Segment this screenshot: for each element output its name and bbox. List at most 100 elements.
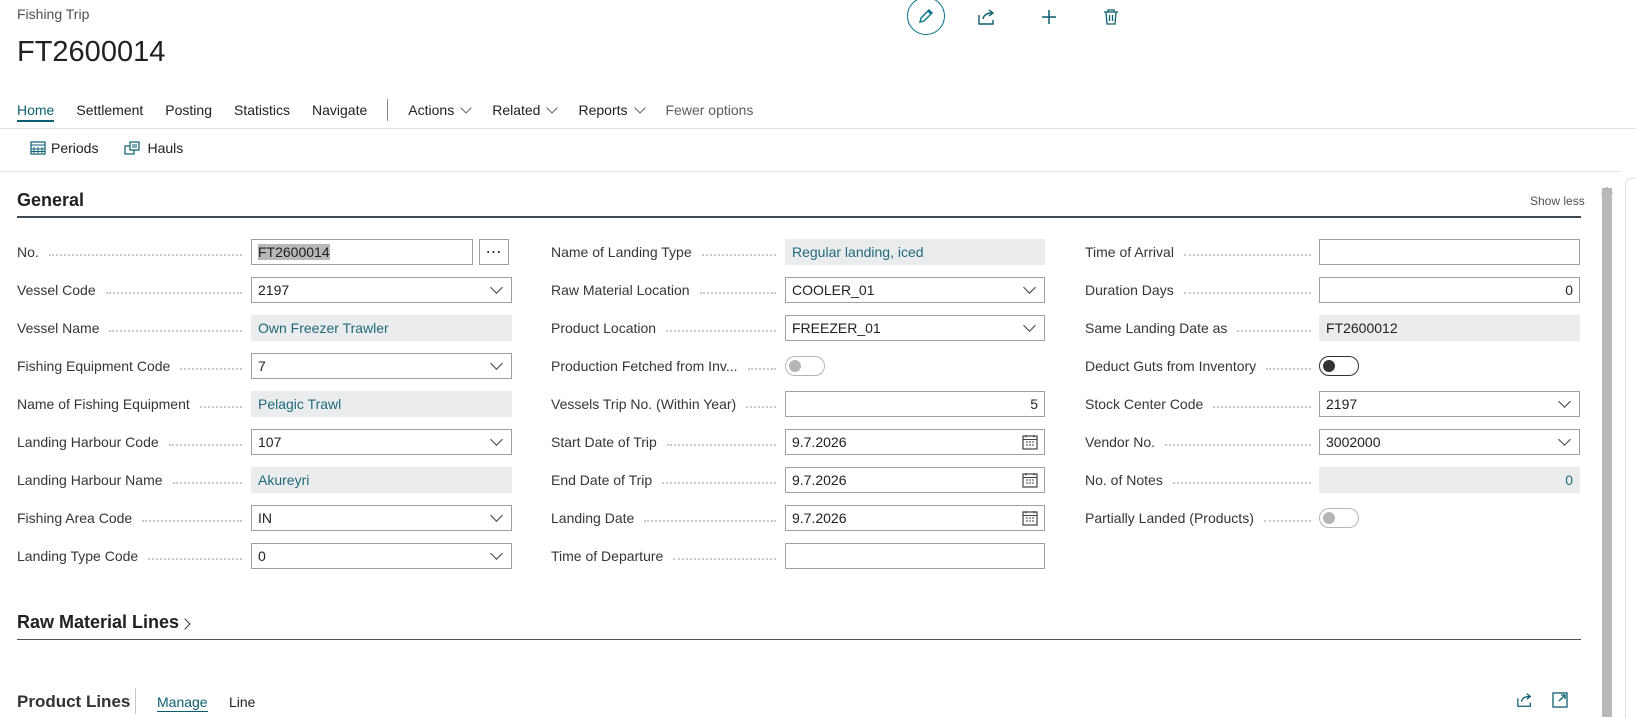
menu-related-label: Related	[492, 102, 541, 118]
duration-days-label: Duration Days	[1085, 282, 1174, 298]
landing-date-label: Landing Date	[551, 510, 635, 526]
menu-reports-label: Reports	[578, 102, 628, 118]
ribbon-divider	[387, 99, 389, 121]
landing-harbour-code-value: 107	[258, 434, 282, 450]
chevron-down-icon[interactable]	[490, 357, 503, 370]
menu-related[interactable]: Related	[492, 102, 559, 118]
chevron-down-icon[interactable]	[490, 281, 503, 294]
product-lines-actions	[1516, 692, 1586, 708]
no-value: FT2600014	[258, 244, 330, 260]
scrollbar[interactable]	[1602, 188, 1612, 717]
end-date-of-trip-value: 9.7.2026	[792, 472, 847, 488]
production-fetched-from-inv-toggle	[785, 356, 825, 376]
fishing-area-code-field[interactable]: IN	[251, 505, 512, 531]
no-of-notes-label: No. of Notes	[1085, 472, 1163, 488]
edit-icon[interactable]	[907, 0, 945, 35]
tab-navigate[interactable]: Navigate	[312, 102, 367, 118]
start-date-of-trip-label: Start Date of Trip	[551, 434, 657, 450]
product-location-value: FREEZER_01	[792, 320, 881, 336]
menu-actions-label: Actions	[408, 102, 455, 118]
leader-dots	[699, 291, 776, 294]
top-actions-bar	[907, 0, 1155, 35]
hauls-label: Hauls	[147, 140, 184, 156]
hauls-action[interactable]: Hauls	[124, 140, 183, 156]
leader-dots	[142, 519, 242, 522]
expand-icon[interactable]	[1552, 692, 1568, 708]
vessel-code-field[interactable]: 2197	[251, 277, 512, 303]
chevron-down-icon[interactable]	[490, 547, 503, 560]
start-date-of-trip-field[interactable]: 9.7.2026	[785, 429, 1045, 455]
leader-dots	[673, 557, 776, 560]
chevron-down-icon[interactable]	[1023, 281, 1036, 294]
no-of-notes-value: 0	[1565, 472, 1573, 488]
chevron-down-icon[interactable]	[1558, 433, 1571, 446]
raw-material-lines-title: Raw Material Lines	[17, 612, 180, 632]
page-title: FT2600014	[17, 36, 166, 68]
raw-material-lines-underline	[17, 639, 1581, 640]
vendor-no-field[interactable]: 3002000	[1319, 429, 1580, 455]
tab-settlement[interactable]: Settlement	[76, 102, 143, 118]
end-date-of-trip-field[interactable]: 9.7.2026	[785, 467, 1045, 493]
general-section-underline	[17, 216, 1581, 218]
menu-actions[interactable]: Actions	[408, 102, 472, 118]
action-ribbon: Home Settlement Posting Statistics Navig…	[17, 97, 775, 123]
leader-dots	[1172, 481, 1311, 484]
product-location-field[interactable]: FREEZER_01	[785, 315, 1045, 341]
vessels-trip-no-within-year-value: 5	[1030, 396, 1038, 412]
leader-dots	[644, 519, 776, 522]
raw-material-lines-header[interactable]: Raw Material Lines	[17, 612, 191, 633]
name-of-fishing-equipment-value: Pelagic Trawl	[258, 396, 342, 412]
leader-dots	[666, 443, 776, 446]
product-lines-title: Product Lines	[17, 692, 131, 711]
vessel-code-label: Vessel Code	[17, 282, 96, 298]
leader-dots	[1183, 253, 1311, 256]
landing-type-code-field[interactable]: 0	[251, 543, 512, 569]
new-icon[interactable]	[1031, 1, 1067, 33]
leader-dots	[701, 253, 776, 256]
delete-icon[interactable]	[1093, 1, 1129, 33]
assist-edit-button[interactable]: ⋯	[479, 239, 509, 265]
raw-material-location-field[interactable]: COOLER_01	[785, 277, 1045, 303]
no-field[interactable]: FT2600014	[251, 239, 473, 265]
chevron-down-icon[interactable]	[490, 509, 503, 522]
landing-harbour-name-label: Landing Harbour Name	[17, 472, 163, 488]
vessels-trip-no-within-year-field[interactable]: 5	[785, 391, 1045, 417]
periods-action[interactable]: Periods	[30, 140, 98, 156]
fewer-options-link[interactable]: Fewer options	[666, 102, 754, 118]
hauls-icon	[124, 140, 141, 155]
menu-reports[interactable]: Reports	[578, 102, 646, 118]
tab-line[interactable]: Line	[229, 694, 255, 710]
leader-dots	[1266, 367, 1311, 370]
leader-dots	[1213, 405, 1311, 408]
calendar-icon[interactable]	[1022, 434, 1038, 450]
leader-dots	[1165, 443, 1311, 446]
fishing-equipment-code-field[interactable]: 7	[251, 353, 512, 379]
page-caption: Fishing Trip	[17, 6, 90, 22]
tab-manage[interactable]: Manage	[157, 694, 208, 712]
leader-dots	[172, 481, 242, 484]
tab-statistics[interactable]: Statistics	[234, 102, 290, 118]
leader-dots	[48, 253, 242, 256]
landing-date-field[interactable]: 9.7.2026	[785, 505, 1045, 531]
leader-dots	[180, 367, 242, 370]
landing-harbour-code-field[interactable]: 107	[251, 429, 512, 455]
ribbon-divider-line	[0, 128, 1636, 129]
time-of-departure-field[interactable]	[785, 543, 1045, 569]
show-less-link[interactable]: Show less	[1530, 194, 1585, 208]
chevron-down-icon[interactable]	[1023, 319, 1036, 332]
time-of-arrival-field[interactable]	[1319, 239, 1580, 265]
calendar-icon[interactable]	[1022, 510, 1038, 526]
tab-posting[interactable]: Posting	[165, 102, 212, 118]
deduct-guts-from-inventory-toggle[interactable]	[1319, 356, 1359, 376]
leader-dots	[199, 405, 242, 408]
general-section-title[interactable]: General	[17, 190, 84, 211]
share-icon[interactable]	[1516, 692, 1534, 708]
share-icon[interactable]	[969, 1, 1005, 33]
vendor-no-value: 3002000	[1326, 434, 1381, 450]
stock-center-code-field[interactable]: 2197	[1319, 391, 1580, 417]
chevron-down-icon[interactable]	[1558, 395, 1571, 408]
duration-days-field[interactable]: 0	[1319, 277, 1580, 303]
tab-home[interactable]: Home	[17, 102, 55, 122]
calendar-icon[interactable]	[1022, 472, 1038, 488]
chevron-down-icon[interactable]	[490, 433, 503, 446]
